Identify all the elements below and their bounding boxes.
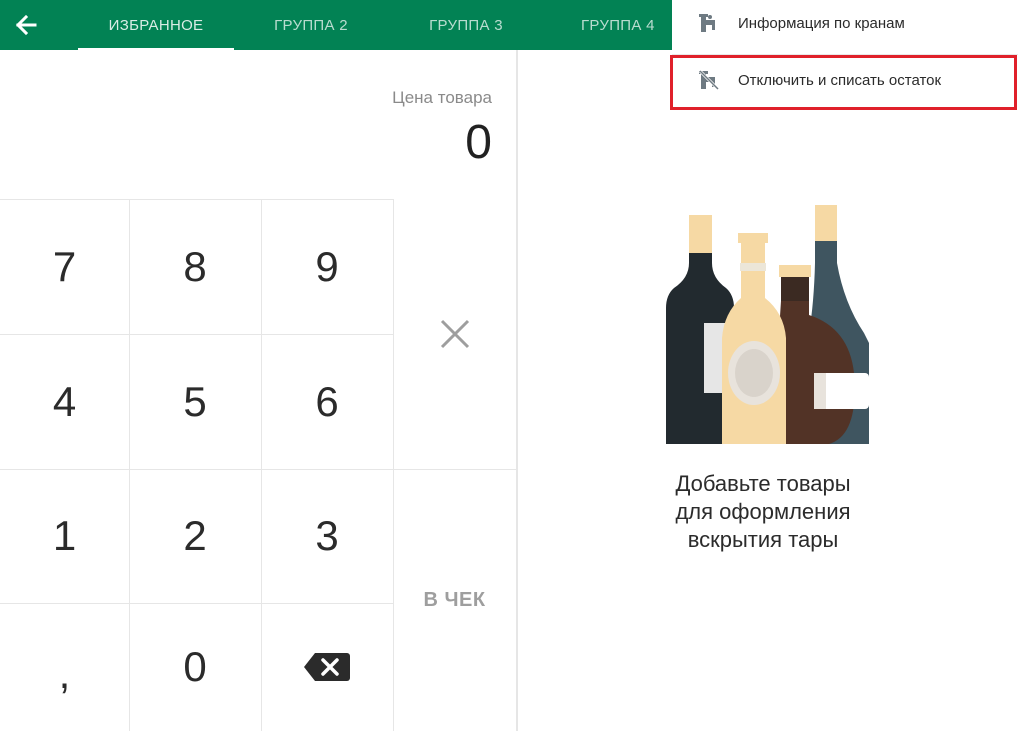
price-value: 0 <box>465 116 492 169</box>
menu-item-label: Информация по кранам <box>738 14 905 32</box>
key-6[interactable]: 6 <box>261 334 393 469</box>
key-5[interactable]: 5 <box>129 334 261 469</box>
key-9[interactable]: 9 <box>261 199 393 334</box>
clear-button[interactable] <box>393 199 516 469</box>
top-app-bar: ИЗБРАННОЕ ГРУППА 2 ГРУППА 3 ГРУППА 4 <box>0 0 672 50</box>
key-0[interactable]: 0 <box>129 603 261 731</box>
keypad: 7 8 9 4 5 6 1 2 3 , 0 В ЧЕК <box>0 199 516 731</box>
tab-label: ИЗБРАННОЕ <box>108 16 204 34</box>
tab-group-4[interactable]: ГРУППА 4 <box>544 0 672 50</box>
empty-state-line: Добавьте товары <box>675 471 851 496</box>
highlight-frame <box>670 55 1017 110</box>
tab-label: ГРУППА 4 <box>581 16 655 34</box>
key-4[interactable]: 4 <box>0 334 129 469</box>
tab-label: ГРУППА 3 <box>429 16 503 34</box>
panel-divider <box>516 50 518 731</box>
key-3[interactable]: 3 <box>261 469 393 603</box>
empty-state-message: Добавьте товары для оформления вскрытия … <box>617 470 909 554</box>
tab-favorites[interactable]: ИЗБРАННОЕ <box>78 0 234 50</box>
backspace-icon <box>304 653 350 681</box>
back-button[interactable] <box>6 5 46 45</box>
tab-group-3[interactable]: ГРУППА 3 <box>388 0 544 50</box>
bottles-illustration <box>666 205 869 444</box>
key-8[interactable]: 8 <box>129 199 261 334</box>
tab-label: ГРУППА 2 <box>274 16 348 34</box>
active-tab-indicator <box>78 48 234 50</box>
close-icon <box>440 319 469 349</box>
empty-state-line: для оформления <box>675 499 851 524</box>
key-2[interactable]: 2 <box>129 469 261 603</box>
key-1[interactable]: 1 <box>0 469 129 603</box>
menu-item-tap-info[interactable]: Информация по кранам <box>672 0 1018 46</box>
backspace-button[interactable] <box>261 603 393 731</box>
key-7[interactable]: 7 <box>0 199 129 334</box>
arrow-left-icon <box>15 14 37 36</box>
tab-group-2[interactable]: ГРУППА 2 <box>234 0 388 50</box>
key-comma[interactable]: , <box>0 603 129 731</box>
add-to-check-button[interactable]: В ЧЕК <box>393 469 516 731</box>
tap-info-icon <box>698 12 720 34</box>
keypad-panel: Цена товара 0 7 8 9 4 5 6 1 2 3 , 0 В ЧЕ… <box>0 0 516 731</box>
empty-state-line: вскрытия тары <box>687 527 839 552</box>
price-label: Цена товара <box>392 88 492 107</box>
